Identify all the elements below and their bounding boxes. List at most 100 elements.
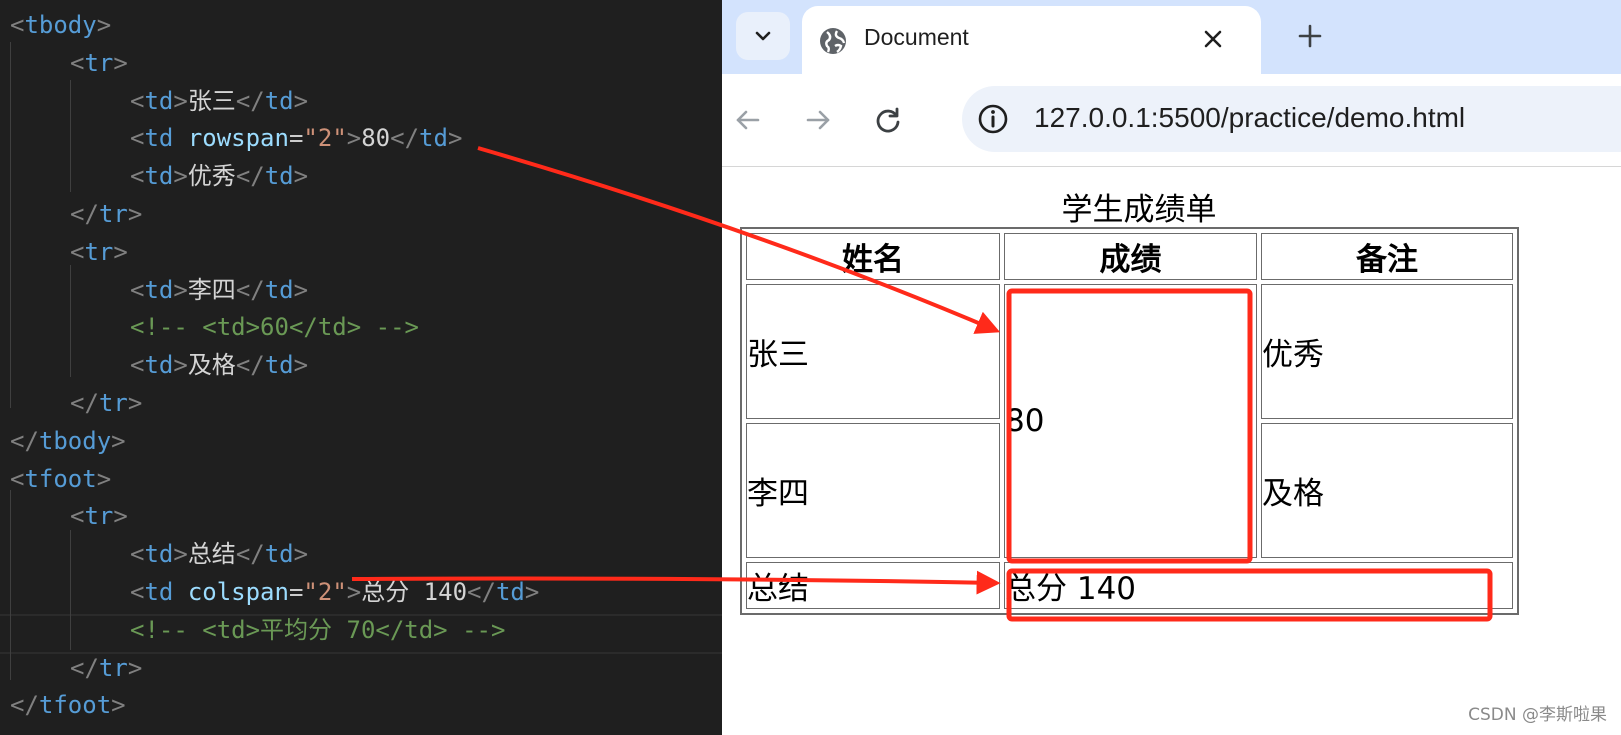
code-token: <	[130, 162, 145, 191]
remark-cell: 及格	[1261, 423, 1513, 558]
code-token: </	[235, 540, 265, 569]
code-token: <	[10, 11, 25, 39]
address-bar[interactable]: 127.0.0.1:5500/practice/demo.html	[962, 86, 1621, 152]
grade-table: 姓名 成绩 备注 张三 80 优秀 李四 及格 总结 总分 140	[740, 227, 1519, 615]
code-token: </	[70, 389, 99, 417]
code-token: </	[235, 275, 265, 304]
code-token: >	[113, 502, 128, 531]
code-line: <td>总结</td>	[130, 535, 308, 573]
indent-guide	[10, 490, 11, 680]
code-token: tbody	[38, 426, 112, 455]
score-cell-rowspan: 80	[1004, 284, 1257, 558]
indent-guide	[70, 530, 71, 650]
code-token: td	[144, 162, 174, 191]
code-token: >	[447, 124, 463, 153]
code-token: <	[70, 502, 85, 531]
code-line: <tr>	[70, 44, 128, 82]
code-token: tbody	[24, 11, 97, 39]
code-line: </tr>	[70, 195, 142, 233]
code-token: </	[70, 200, 99, 228]
code-token: >	[111, 426, 126, 455]
footer-row: 总结 总分 140	[746, 562, 1513, 609]
code-editor[interactable]: <tbody> <tr> <td>张三</td> <td rowspan="2">80…	[0, 0, 722, 735]
code-token: <	[70, 237, 85, 266]
header-cell-score: 成绩	[1004, 233, 1257, 280]
header-cell-name: 姓名	[746, 233, 1000, 280]
code-line: <tr>	[70, 497, 128, 535]
code-token: >	[524, 578, 540, 606]
code-token: td	[264, 162, 294, 191]
code-token: >	[111, 691, 126, 720]
tab-close-button[interactable]	[1196, 22, 1230, 56]
footer-label-cell: 总结	[746, 562, 1000, 609]
indent-guide	[10, 42, 11, 408]
code-token: <	[130, 578, 145, 606]
code-token: tr	[98, 200, 128, 228]
close-icon	[1204, 30, 1222, 48]
reload-icon	[876, 107, 900, 133]
tab-search-button[interactable]	[736, 12, 790, 60]
code-token: >	[127, 653, 143, 682]
code-token: <	[70, 48, 85, 77]
code-token: 80	[361, 124, 391, 153]
page-content: 学生成绩单 姓名 成绩 备注 张三 80 优秀 李四 及格 总结 总分 140 …	[722, 167, 1621, 735]
code-token: <	[130, 124, 145, 153]
code-token: =	[288, 124, 304, 153]
code-token: <!-- <td>平均分 70</td> -->	[130, 615, 506, 644]
code-token: </	[235, 351, 265, 380]
code-line: <!-- <td>平均分 70</td> -->	[130, 611, 505, 649]
code-token: </	[10, 691, 39, 720]
tab-strip: Document	[722, 0, 1621, 76]
code-token: tfoot	[38, 691, 112, 720]
code-token: >	[173, 162, 188, 191]
code-token: >	[173, 540, 188, 569]
code-token: td	[144, 540, 174, 569]
code-token: 总分 140	[361, 578, 468, 606]
code-token: td	[144, 275, 174, 304]
code-token: </	[390, 124, 420, 153]
reload-button[interactable]	[868, 100, 908, 140]
code-token: >	[127, 200, 143, 228]
code-token: >	[293, 351, 309, 380]
code-token: =	[288, 578, 304, 606]
arrow-left-icon	[736, 110, 760, 130]
code-token: td	[264, 351, 294, 380]
watermark: CSDN @李斯啦果	[1468, 705, 1607, 725]
code-token: >	[173, 86, 188, 115]
code-token: <	[130, 86, 145, 115]
code-token: <	[130, 540, 145, 569]
back-button[interactable]	[728, 100, 768, 140]
browser-window: Document 127.0.0.1:5500/practice/demo.ht…	[722, 0, 1621, 735]
tab-document[interactable]: Document	[802, 6, 1261, 76]
table-caption: 学生成绩单	[1061, 192, 1217, 228]
code-token: >	[293, 86, 309, 115]
code-token: tr	[84, 237, 114, 266]
remark-cell: 优秀	[1261, 284, 1513, 419]
code-token: <	[10, 464, 25, 493]
code-line: <td colspan="2">总分 140</td>	[130, 573, 539, 611]
code-token: >	[113, 237, 128, 266]
code-token: tr	[98, 653, 128, 682]
footer-summary-cell-colspan: 总分 140	[1004, 562, 1513, 609]
code-token: >	[96, 11, 112, 39]
code-token: <	[130, 275, 145, 304]
info-icon[interactable]	[976, 102, 1010, 136]
code-token: >	[173, 351, 188, 380]
code-token: "2"	[303, 124, 347, 153]
forward-button[interactable]	[798, 100, 838, 140]
code-token: >	[346, 578, 362, 606]
code-token: >	[96, 464, 112, 493]
code-token: td	[144, 86, 174, 115]
code-line: <tr>	[70, 233, 128, 271]
arrow-right-icon	[806, 110, 830, 130]
code-token: td	[495, 578, 525, 606]
code-token: </	[235, 86, 265, 115]
code-token: </	[467, 578, 496, 606]
code-token: td	[419, 124, 448, 153]
code-token: >	[293, 162, 309, 191]
globe-icon	[820, 28, 846, 54]
new-tab-button[interactable]	[1288, 14, 1332, 58]
code-line: </tbody>	[10, 422, 126, 460]
